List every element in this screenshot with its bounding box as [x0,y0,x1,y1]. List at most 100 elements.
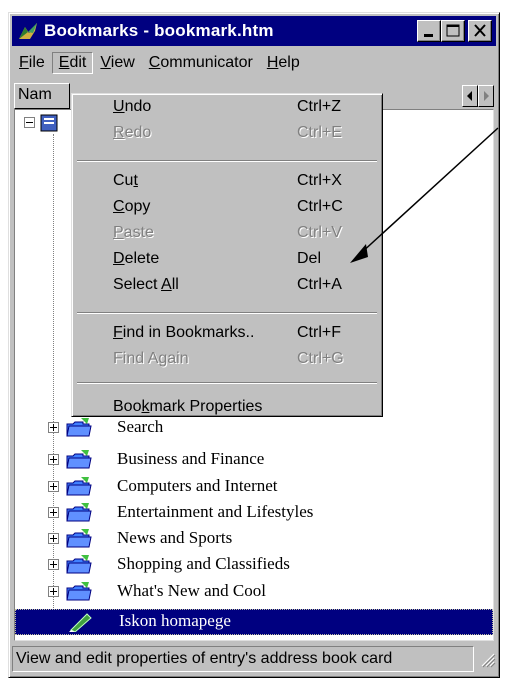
minimize-icon [424,34,433,37]
folder-icon [66,477,92,496]
menu-file[interactable]: File [12,52,52,74]
menu-item-find-in-bookmarks[interactable]: Find in Bookmarks.. Ctrl+F [75,320,379,346]
folder-expand-toggle[interactable] [48,586,59,597]
bookmark-folder-row[interactable]: News and Sports [15,526,493,552]
menu-item-label: Find Again [113,350,189,367]
folder-expand-toggle[interactable] [48,507,59,518]
folder-expand-toggle[interactable] [48,533,59,544]
maximize-button[interactable] [441,20,465,42]
menu-item-shortcut: Ctrl+Z [297,98,341,115]
scroll-left-button[interactable] [462,85,478,107]
folder-expand-toggle[interactable] [48,422,59,433]
chevron-right-icon [484,91,489,101]
menu-item-shortcut: Ctrl+F [297,324,341,341]
menu-item-shortcut: Del [297,250,322,267]
menu-item-select-all[interactable]: Select All Ctrl+A [75,272,379,298]
menu-item-shortcut: Ctrl+V [297,224,342,241]
menu-separator [77,382,377,384]
menu-edit[interactable]: Edit [51,52,94,74]
minimize-button[interactable] [417,20,441,42]
menu-item-shortcut: Ctrl+G [297,350,344,367]
menu-item-label: Find in Bookmarks.. [113,324,255,341]
menu-help-mnemonic: H [266,54,279,71]
menu-item-shortcut: Ctrl+X [297,172,342,189]
root-collapse-toggle[interactable] [24,117,35,128]
menu-item-cut[interactable]: Cut Ctrl+X [75,168,379,194]
menu-item-label: Redo [113,124,152,141]
close-icon [474,24,486,37]
bookmark-pen-icon [69,613,92,632]
menu-item-copy[interactable]: Copy Ctrl+C [75,194,379,220]
resize-grip-icon [481,653,496,668]
status-text: View and edit properties of entry's addr… [12,646,474,672]
menu-item-label: Undo [113,98,152,115]
name-column-header[interactable]: Nam [14,83,70,109]
menu-item-label: Paste [113,224,154,241]
menu-item-label: Bookmark Properties [113,398,263,415]
menu-communicator[interactable]: Communicator [142,52,260,74]
folder-expand-toggle[interactable] [48,454,59,465]
folder-icon [66,555,92,574]
close-button[interactable] [468,20,492,42]
menu-view[interactable]: View [93,52,141,74]
folder-label-computers-and-internet: Computers and Internet [117,476,278,495]
menu-help-rest: elp [278,54,300,71]
menu-edit-rest: dit [69,54,87,71]
menu-separator [77,160,377,162]
folder-expand-toggle[interactable] [48,559,59,570]
menu-item-redo[interactable]: Redo Ctrl+E [75,120,379,146]
menu-help[interactable]: Help [260,52,307,74]
resize-grip[interactable] [474,646,496,672]
window-title: Bookmarks - bookmark.htm [44,21,274,40]
folder-label-business-and-finance: Business and Finance [117,449,265,468]
scroll-right-button[interactable] [478,85,494,107]
menu-bar: File Edit View Communicator Help [12,49,496,77]
menu-file-rest: ile [28,54,45,71]
menu-item-shortcut: Ctrl+A [297,276,342,293]
maximize-icon [446,24,460,37]
folder-label-search: Search [117,417,164,436]
header-scroll-arrows [462,85,494,107]
bookmarks-window: Bookmarks - bookmark.htm File Edit View … [8,12,500,678]
menu-view-mnemonic: V [100,54,111,71]
status-bar: View and edit properties of entry's addr… [12,644,496,674]
menu-item-paste[interactable]: Paste Ctrl+V [75,220,379,246]
folder-icon [66,582,92,601]
folder-label-shopping-and-classifieds: Shopping and Classifieds [117,554,290,573]
bookmark-folder-row[interactable]: Shopping and Classifieds [15,552,493,578]
folder-icon [66,503,92,522]
menu-item-bookmark-properties[interactable]: Bookmark Properties [75,394,379,420]
netscape-bookmarks-icon [19,23,37,39]
menu-edit-mnemonic: E [58,54,70,71]
folder-expand-toggle[interactable] [48,481,59,492]
menu-view-rest: iew [110,54,135,71]
menu-item-delete[interactable]: Delete Del [75,246,379,272]
folder-label-news-and-sports: News and Sports [117,528,233,547]
menu-item-find-again[interactable]: Find Again Ctrl+G [75,346,379,372]
edit-menu-dropdown: Undo Ctrl+Z Redo Ctrl+E Cut Ctrl+X Copy Ctrl+C P… [71,93,383,417]
folder-icon [66,529,92,548]
bookmark-folder-row[interactable]: Computers and Internet [15,474,493,500]
menu-communicator-mnemonic: C [148,54,161,71]
folder-icon [66,450,92,469]
menu-item-label: Copy [113,198,151,215]
bookmark-folder-row[interactable]: Business and Finance [15,447,493,473]
title-bar[interactable]: Bookmarks - bookmark.htm [12,16,496,46]
selected-bookmark-label: Iskon homapege [119,611,231,630]
bookmark-folder-row[interactable]: Entertainment and Lifestyles [15,500,493,526]
menu-item-shortcut: Ctrl+E [297,124,342,141]
menu-item-undo[interactable]: Undo Ctrl+Z [75,94,379,120]
menu-communicator-rest: ommunicator [160,54,253,71]
menu-item-label: Select All [113,276,179,293]
folder-label-what-s-new-and-cool: What's New and Cool [117,581,266,600]
menu-separator [77,312,377,314]
bookmark-item-selected[interactable]: Iskon homapege [15,609,493,635]
folder-label-entertainment-and-lifestyles: Entertainment and Lifestyles [117,502,314,521]
menu-file-mnemonic: F [19,54,29,71]
menu-item-shortcut: Ctrl+C [297,198,343,215]
chevron-left-icon [467,91,472,101]
menu-item-label: Delete [113,250,160,267]
bookmarks-root-icon [40,114,58,132]
bookmark-folder-row[interactable]: What's New and Cool [15,579,493,605]
menu-item-label: Cut [113,172,138,189]
